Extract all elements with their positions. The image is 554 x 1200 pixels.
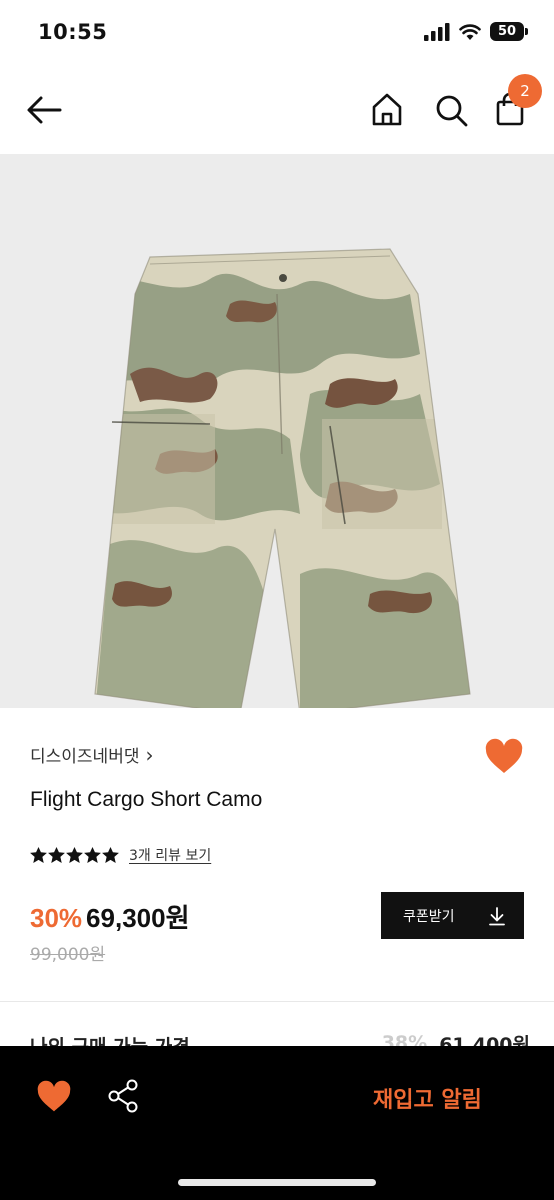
cart-count-badge: 2 xyxy=(508,74,542,108)
star-icon xyxy=(48,847,65,863)
home-icon xyxy=(372,93,402,126)
rating-row: 3개 리뷰 보기 xyxy=(30,845,211,865)
heart-icon xyxy=(37,1080,71,1112)
coupon-label: 쿠폰받기 xyxy=(403,908,455,925)
top-nav xyxy=(0,68,554,154)
section-divider xyxy=(0,1001,554,1002)
review-link[interactable]: 3개 리뷰 보기 xyxy=(129,845,211,865)
status-icons: 50 xyxy=(424,22,528,41)
star-icon xyxy=(84,847,101,863)
brand-name: 디스이즈네버댓 xyxy=(30,747,140,767)
battery-tip xyxy=(525,28,528,35)
star-icon xyxy=(102,847,119,863)
status-bar: 10:55 50 xyxy=(0,0,554,68)
product-image[interactable] xyxy=(0,154,554,715)
share-icon xyxy=(108,1079,138,1113)
share-button[interactable] xyxy=(106,1078,142,1114)
heart-icon xyxy=(485,738,523,773)
star-icon xyxy=(66,847,83,863)
product-name: Flight Cargo Short Camo xyxy=(30,788,263,811)
discount-rate: 30% xyxy=(30,903,83,933)
original-price: 99,000원 xyxy=(30,945,106,965)
camo-cargo-shorts-image xyxy=(94,248,471,715)
restock-alert-button[interactable]: 재입고 알림 xyxy=(373,1082,482,1114)
home-button[interactable] xyxy=(368,90,406,130)
battery-level: 50 xyxy=(497,24,517,39)
signal-icon xyxy=(424,22,450,41)
battery-icon: 50 xyxy=(490,22,524,41)
arrow-left-icon xyxy=(27,96,62,124)
sale-price: 69,300원 xyxy=(86,903,190,933)
chevron-right-icon: › xyxy=(145,742,154,767)
star-rating xyxy=(30,847,119,863)
coupon-button[interactable]: 쿠폰받기 xyxy=(381,892,524,939)
status-time: 10:55 xyxy=(38,20,108,44)
home-indicator xyxy=(178,1179,376,1186)
search-button[interactable] xyxy=(432,90,470,130)
download-icon xyxy=(489,906,505,925)
back-button[interactable] xyxy=(24,90,64,130)
wishlist-button[interactable] xyxy=(484,738,524,776)
price-row: 30% 69,300원 xyxy=(30,898,190,935)
brand-link[interactable]: 디스이즈네버댓 › xyxy=(30,742,154,768)
bottom-action-bar: 재입고 알림 xyxy=(0,1046,554,1200)
star-icon xyxy=(30,847,47,863)
wifi-icon xyxy=(459,24,481,40)
bottom-wishlist-button[interactable] xyxy=(36,1080,72,1114)
search-icon xyxy=(436,95,468,127)
